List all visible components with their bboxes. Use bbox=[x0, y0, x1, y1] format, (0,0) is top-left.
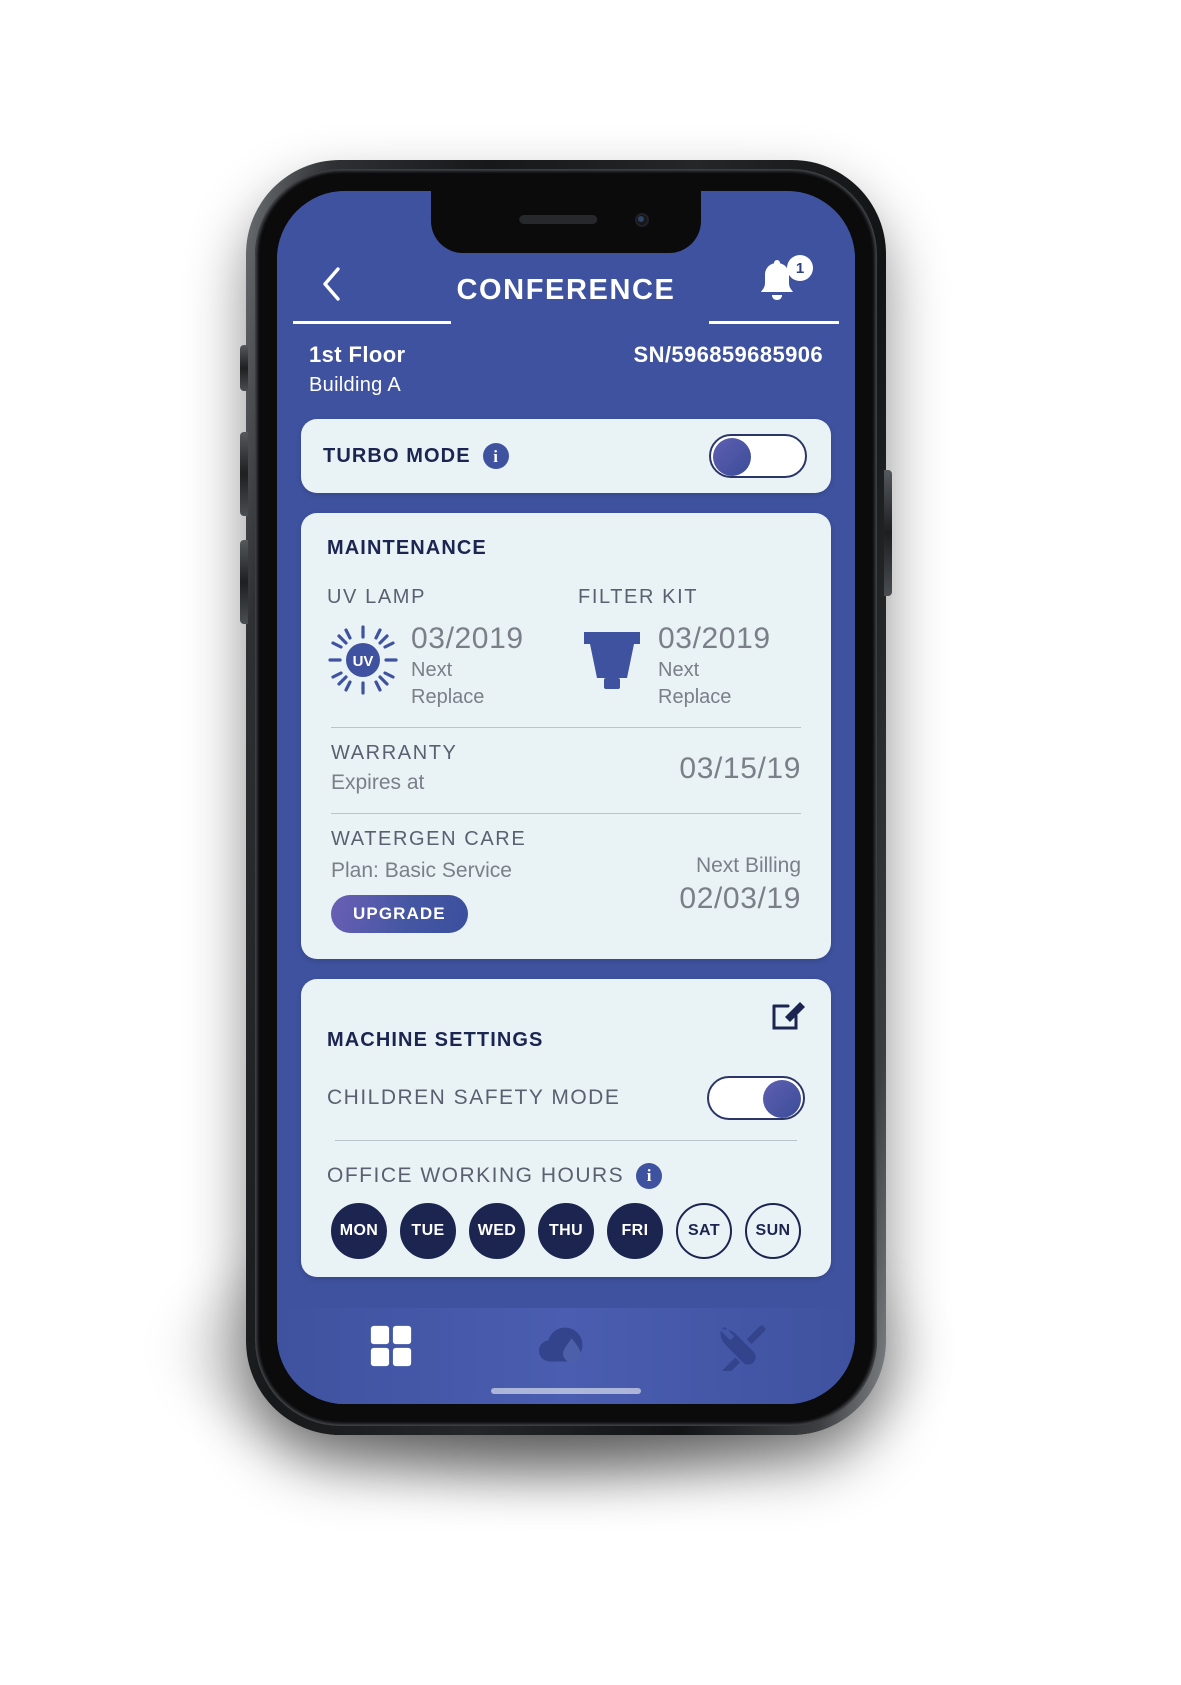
svg-text:UV: UV bbox=[353, 653, 374, 670]
watergen-care-section: WATERGEN CARE Plan: Basic Service UPGRAD… bbox=[327, 814, 805, 933]
info-icon[interactable]: i bbox=[636, 1162, 663, 1189]
notification-badge: 1 bbox=[787, 255, 813, 281]
uv-lamp-sub-2: Replace bbox=[411, 685, 485, 708]
children-safety-toggle[interactable] bbox=[707, 1075, 805, 1120]
volume-up-button[interactable] bbox=[240, 432, 248, 516]
machine-settings-card: MACHINE SETTINGS CHILDREN SAFETY MODE OF… bbox=[301, 978, 831, 1277]
chevron-left-icon bbox=[320, 266, 342, 307]
turbo-mode-label: TURBO MODE bbox=[323, 444, 471, 467]
app-container: CONFERENCE 1 1st Floor Building A SN/596… bbox=[277, 191, 855, 1404]
filter-kit-label: FILTER KIT bbox=[578, 586, 699, 608]
warranty-date: 03/15/19 bbox=[679, 751, 801, 785]
scroll-body[interactable]: TURBO MODE i MAINTENANCE UV LAMP UV 03/2… bbox=[277, 411, 855, 1308]
earpiece-speaker bbox=[519, 215, 598, 224]
next-billing-date: 02/03/19 bbox=[679, 881, 801, 915]
silent-switch[interactable] bbox=[240, 345, 248, 391]
office-hours-row: OFFICE WORKING HOURS i bbox=[327, 1141, 805, 1203]
turbo-mode-left: TURBO MODE i bbox=[323, 443, 509, 469]
uv-lamp-icon: UV bbox=[327, 621, 399, 699]
uv-lamp-sub-1: Next bbox=[411, 658, 453, 681]
serial-number: SN/596859685906 bbox=[633, 342, 823, 367]
weekday-thu[interactable]: THU bbox=[538, 1202, 594, 1259]
uv-lamp-row: UV 03/2019 Next Replace bbox=[327, 621, 566, 709]
uv-lamp-values: 03/2019 Next Replace bbox=[411, 621, 524, 709]
uv-lamp-date: 03/2019 bbox=[411, 622, 524, 655]
children-safety-row: CHILDREN SAFETY MODE bbox=[327, 1075, 805, 1136]
floor-label: 1st Floor bbox=[309, 342, 406, 367]
screenshot-root: CONFERENCE 1 1st Floor Building A SN/596… bbox=[0, 0, 1181, 1685]
filter-kit-sub-1: Next bbox=[658, 658, 700, 681]
location-text-block: 1st Floor Building A bbox=[309, 342, 406, 397]
phone-screen: CONFERENCE 1 1st Floor Building A SN/596… bbox=[277, 191, 855, 1404]
weekday-sat[interactable]: SAT bbox=[676, 1202, 732, 1259]
uv-lamp-block: UV LAMP UV 03/2019 Next Replace bbox=[327, 586, 566, 709]
filter-kit-icon bbox=[578, 621, 646, 699]
warranty-section: WARRANTY Expires at 03/15/19 bbox=[327, 728, 805, 795]
turbo-mode-card: TURBO MODE i bbox=[301, 419, 831, 493]
toggle-knob bbox=[713, 438, 751, 476]
page-title: CONFERENCE bbox=[456, 274, 676, 306]
filter-kit-values: 03/2019 Next Replace bbox=[658, 621, 771, 709]
turbo-mode-toggle[interactable] bbox=[709, 434, 807, 478]
phone-frame: CONFERENCE 1 1st Floor Building A SN/596… bbox=[246, 160, 886, 1435]
nav-tools-button[interactable] bbox=[705, 1319, 777, 1377]
maintenance-columns: UV LAMP UV 03/2019 Next Replace FILTER K… bbox=[327, 586, 805, 709]
edit-pencil-icon[interactable] bbox=[771, 997, 805, 1031]
filter-kit-row: 03/2019 Next Replace bbox=[578, 621, 805, 709]
building-label: Building A bbox=[309, 374, 401, 396]
maintenance-title: MAINTENANCE bbox=[327, 537, 487, 559]
power-button[interactable] bbox=[884, 470, 892, 596]
care-title: WATERGEN CARE bbox=[331, 827, 527, 850]
children-safety-label: CHILDREN SAFETY MODE bbox=[327, 1085, 621, 1109]
tools-wrench-icon bbox=[716, 1321, 766, 1376]
weekday-sun[interactable]: SUN bbox=[745, 1202, 801, 1259]
weekday-fri[interactable]: FRI bbox=[607, 1202, 663, 1259]
next-billing-label: Next Billing bbox=[695, 853, 801, 877]
header-divider-rules bbox=[277, 321, 855, 324]
weekday-mon[interactable]: MON bbox=[331, 1202, 387, 1259]
phone-bezel: CONFERENCE 1 1st Floor Building A SN/596… bbox=[255, 169, 877, 1426]
office-hours-label: OFFICE WORKING HOURS bbox=[327, 1163, 625, 1187]
header-rule-left bbox=[293, 321, 451, 324]
uv-lamp-label: UV LAMP bbox=[327, 586, 427, 608]
toggle-knob bbox=[763, 1079, 801, 1118]
maintenance-card: MAINTENANCE UV LAMP UV 03/2019 Next Repl… bbox=[301, 513, 831, 959]
bottom-navigation bbox=[277, 1308, 855, 1404]
filter-kit-block: FILTER KIT 03/2019 Next Replace bbox=[566, 586, 805, 709]
info-icon[interactable]: i bbox=[482, 443, 509, 469]
dashboard-grid-icon bbox=[368, 1323, 414, 1374]
front-camera bbox=[635, 213, 649, 227]
home-indicator bbox=[491, 1388, 641, 1394]
phone-notch bbox=[431, 191, 701, 253]
weekday-wed[interactable]: WED bbox=[469, 1202, 525, 1259]
upgrade-button[interactable]: UPGRADE bbox=[331, 894, 468, 933]
filter-kit-date: 03/2019 bbox=[658, 622, 771, 655]
volume-down-button[interactable] bbox=[240, 540, 248, 624]
back-button[interactable] bbox=[311, 263, 351, 309]
weekday-tue[interactable]: TUE bbox=[400, 1202, 456, 1259]
nav-dashboard-button[interactable] bbox=[355, 1319, 427, 1377]
machine-settings-title: MACHINE SETTINGS bbox=[327, 1028, 544, 1051]
notifications-button[interactable]: 1 bbox=[753, 255, 813, 313]
weekday-selector: MON TUE WED THU FRI SAT SUN bbox=[327, 1202, 805, 1259]
header-rule-right bbox=[709, 321, 839, 324]
water-drop-cloud-icon bbox=[537, 1324, 595, 1373]
nav-water-button[interactable] bbox=[530, 1319, 602, 1377]
device-location-row: 1st Floor Building A SN/596859685906 bbox=[277, 324, 855, 411]
filter-kit-sub-2: Replace bbox=[658, 685, 732, 708]
